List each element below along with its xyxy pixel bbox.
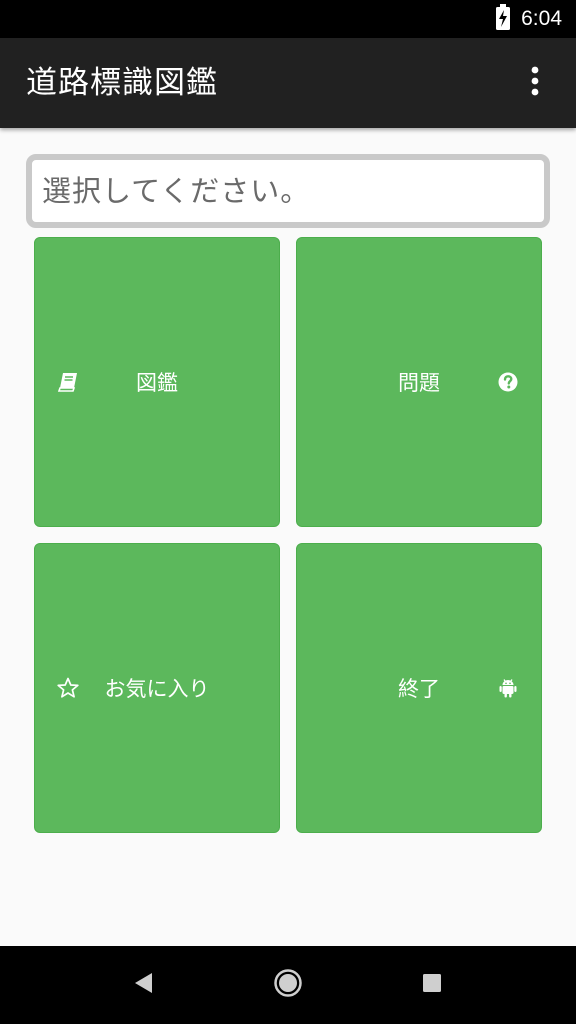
zukan-button[interactable]: 図鑑: [34, 237, 280, 527]
android-icon: [497, 677, 519, 699]
status-icons: 6:04: [495, 0, 562, 38]
more-vert-icon: [530, 66, 540, 100]
recents-icon: [422, 973, 442, 997]
message-text: 選択してください。: [42, 174, 311, 208]
app-title: 道路標識図鑑: [26, 65, 218, 101]
battery-charging-icon: [495, 4, 511, 34]
zukan-label: 図鑑: [136, 371, 178, 395]
message-box: 選択してください。: [26, 154, 550, 228]
okiniiri-button[interactable]: お気に入り: [34, 543, 280, 833]
status-clock: 6:04: [521, 7, 562, 30]
question-circle-icon: [497, 371, 519, 393]
navigation-bar: [0, 946, 576, 1024]
mondai-button[interactable]: 問題: [296, 237, 542, 527]
overflow-menu-button[interactable]: [512, 60, 558, 106]
back-icon: [134, 972, 154, 998]
shuuryou-button[interactable]: 終了: [296, 543, 542, 833]
home-icon: [273, 968, 303, 1002]
okiniiri-label: お気に入り: [104, 677, 210, 701]
home-button[interactable]: [253, 946, 323, 1024]
recents-button[interactable]: [397, 946, 467, 1024]
app-bar: 道路標識図鑑: [0, 38, 576, 128]
status-bar: 6:04: [0, 0, 576, 38]
back-button[interactable]: [109, 946, 179, 1024]
